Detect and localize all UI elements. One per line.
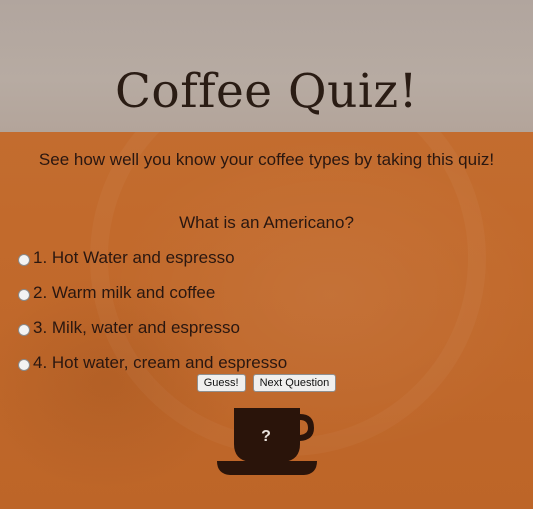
coffee-cup-icon: ? bbox=[217, 408, 317, 475]
cup-handle bbox=[300, 414, 314, 441]
quiz-actions: Guess! Next Question bbox=[0, 374, 533, 392]
intro-text: See how well you know your coffee types … bbox=[38, 150, 495, 169]
answer-label-4: 4. Hot water, cream and espresso bbox=[33, 352, 288, 372]
answer-radio-1[interactable] bbox=[18, 253, 30, 266]
answer-label-1: 1. Hot Water and espresso bbox=[33, 247, 235, 267]
cup-saucer bbox=[217, 461, 317, 475]
answer-radio-2[interactable] bbox=[18, 288, 30, 301]
answer-label-2: 2. Warm milk and coffee bbox=[33, 282, 216, 302]
header-banner: Coffee Quiz! bbox=[0, 0, 533, 132]
answer-radio-3[interactable] bbox=[18, 323, 30, 336]
answer-options: 1. Hot Water and espresso 2. Warm milk a… bbox=[18, 240, 287, 380]
answer-option-2[interactable]: 2. Warm milk and coffee bbox=[18, 275, 287, 310]
question-text: What is an Americano? bbox=[179, 213, 354, 232]
answer-label-3: 3. Milk, water and espresso bbox=[33, 317, 240, 337]
next-question-button[interactable]: Next Question bbox=[252, 374, 337, 392]
guess-button[interactable]: Guess! bbox=[196, 374, 246, 392]
answer-option-3[interactable]: 3. Milk, water and espresso bbox=[18, 310, 287, 345]
cup-question-mark: ? bbox=[261, 428, 271, 445]
page-title: Coffee Quiz! bbox=[114, 64, 419, 119]
answer-radio-4[interactable] bbox=[18, 358, 30, 371]
answer-option-1[interactable]: 1. Hot Water and espresso bbox=[18, 240, 287, 275]
